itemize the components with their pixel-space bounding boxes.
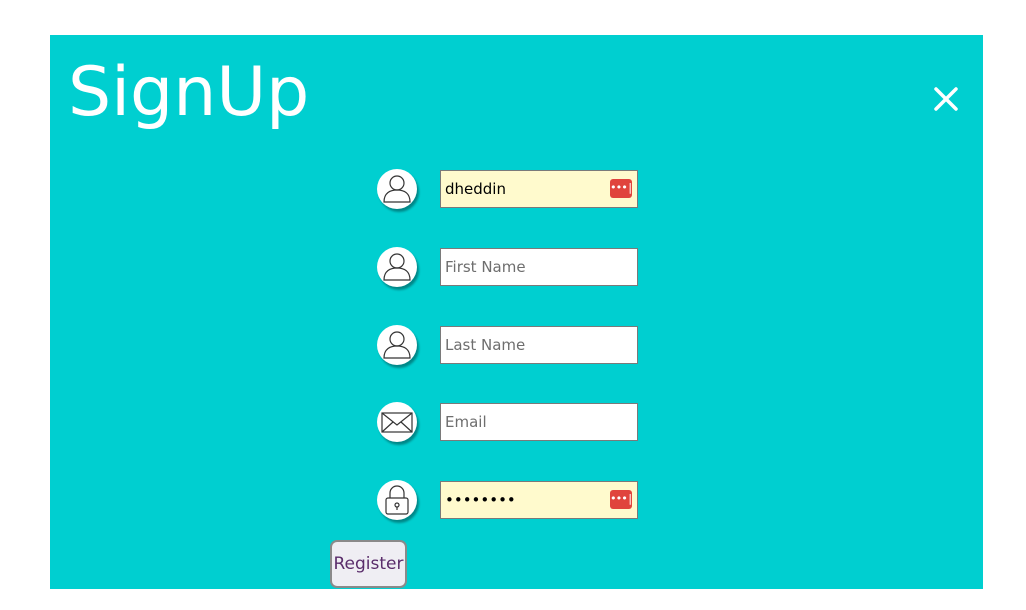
password-manager-icon[interactable]: •••| xyxy=(610,490,634,509)
signup-dialog: SignUp •••| xyxy=(50,35,983,589)
user-icon xyxy=(377,169,417,209)
first-name-row xyxy=(377,247,677,287)
lock-icon xyxy=(377,480,417,520)
register-button[interactable]: Register xyxy=(330,540,407,588)
user-icon xyxy=(377,325,417,365)
dialog-title: SignUp xyxy=(68,53,310,132)
password-row: •••| xyxy=(377,480,677,520)
password-manager-icon[interactable]: •••| xyxy=(610,179,634,198)
last-name-row xyxy=(377,325,677,365)
password-input[interactable] xyxy=(440,481,638,519)
user-icon xyxy=(377,247,417,287)
envelope-icon xyxy=(377,402,417,442)
username-row: •••| xyxy=(377,169,677,209)
first-name-input[interactable] xyxy=(440,248,638,286)
username-input[interactable] xyxy=(440,170,638,208)
email-row xyxy=(377,402,677,442)
close-icon[interactable] xyxy=(926,79,966,119)
last-name-input[interactable] xyxy=(440,326,638,364)
email-field[interactable] xyxy=(440,403,638,441)
